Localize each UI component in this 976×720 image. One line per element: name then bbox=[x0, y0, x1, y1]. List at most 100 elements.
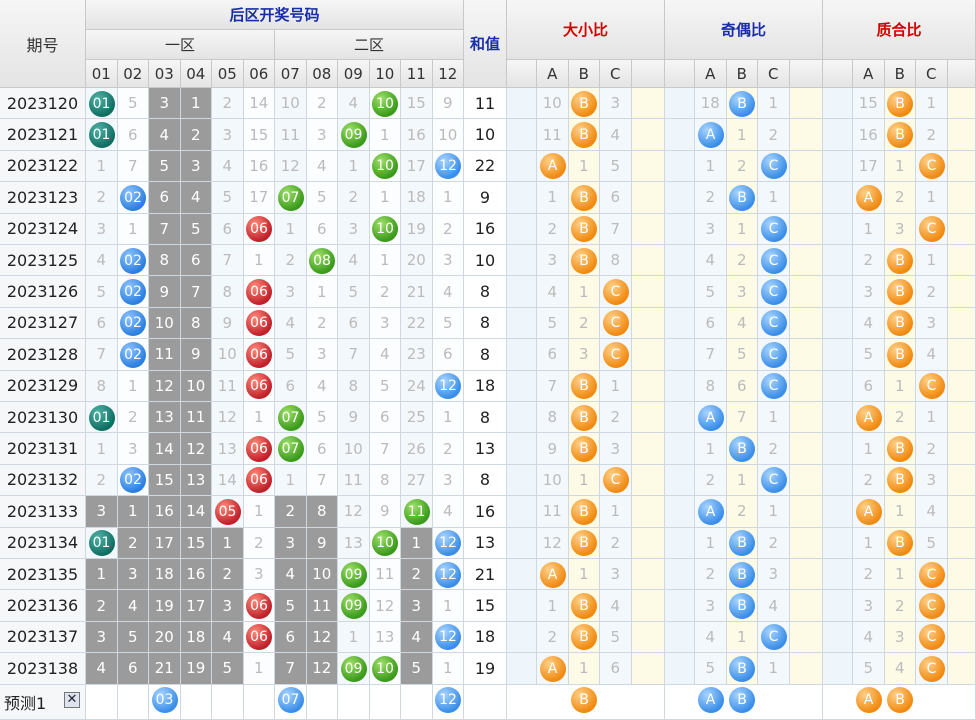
abc-pad bbox=[507, 653, 537, 685]
ratio-missing-cell: 2 bbox=[884, 402, 916, 434]
ratio-missing-cell: 7 bbox=[695, 339, 727, 371]
ratio-missing-cell: 1 bbox=[568, 276, 600, 308]
missing-count-cell: 3 bbox=[306, 339, 338, 371]
missing-count-cell: 8 bbox=[338, 370, 370, 402]
close-icon[interactable]: ✕ bbox=[64, 691, 80, 708]
prediction-ratio-ball[interactable]: B bbox=[571, 686, 597, 713]
prediction-ball[interactable]: 12 bbox=[435, 686, 461, 713]
prediction-cell[interactable] bbox=[117, 684, 149, 720]
ratio-missing-cell: 16 bbox=[853, 119, 885, 151]
missing-count-cell: 12 bbox=[180, 433, 212, 465]
abc-pad bbox=[789, 464, 823, 497]
missing-count-cell: 11 bbox=[212, 370, 244, 402]
back-zone-header: 后区开奖号码 bbox=[86, 0, 464, 30]
abc-pad bbox=[823, 307, 853, 340]
ratio-missing-cell: 2 bbox=[537, 621, 569, 654]
ratio-ball: C bbox=[918, 624, 945, 651]
missing-count-cell: 1 bbox=[432, 402, 464, 434]
abc-pad bbox=[789, 276, 823, 308]
abc-pad bbox=[507, 464, 537, 497]
abc-col-header: A bbox=[853, 60, 885, 88]
prediction-ball[interactable]: 07 bbox=[277, 686, 304, 713]
ratio-missing-cell: 1 bbox=[758, 496, 790, 528]
abc-pad bbox=[631, 88, 665, 120]
winning-number-ball: 09 bbox=[340, 655, 367, 682]
winning-number-ball: 07 bbox=[277, 404, 304, 431]
prediction-cell[interactable] bbox=[306, 684, 338, 720]
period-cell: 2023128 bbox=[0, 339, 86, 371]
prediction-ball[interactable]: 03 bbox=[151, 686, 178, 713]
abc-pad bbox=[823, 464, 853, 497]
ratio-missing-cell: 4 bbox=[600, 590, 632, 622]
abc-pad bbox=[631, 182, 665, 214]
missing-count-cell: 3 bbox=[86, 496, 118, 528]
prediction-cell[interactable] bbox=[369, 684, 401, 720]
missing-count-cell: 2 bbox=[212, 559, 244, 591]
zone2-header: 二区 bbox=[275, 30, 464, 60]
ratio-missing-cell: 1 bbox=[853, 527, 885, 559]
abc-pad bbox=[789, 433, 823, 465]
ratio-missing-cell: 2 bbox=[853, 245, 885, 277]
missing-count-cell: 3 bbox=[212, 119, 244, 151]
ratio-missing-cell: 6 bbox=[600, 653, 632, 685]
period-cell: 2023124 bbox=[0, 213, 86, 245]
prediction-ratio-ball[interactable]: B bbox=[887, 686, 913, 713]
prediction-cell[interactable] bbox=[212, 684, 244, 720]
ratio-missing-cell: 4 bbox=[853, 621, 885, 654]
abc-pad bbox=[631, 464, 665, 497]
missing-count-cell: 5 bbox=[401, 653, 433, 685]
ratio-missing-cell: 2 bbox=[758, 119, 790, 151]
ratio-missing-cell: 1 bbox=[537, 590, 569, 622]
missing-count-cell: 3 bbox=[275, 276, 307, 308]
abc-pad bbox=[507, 402, 537, 434]
ratio-ball: B bbox=[571, 184, 597, 211]
period-cell: 2023131 bbox=[0, 433, 86, 465]
abc-pad bbox=[947, 213, 976, 245]
ratio-missing-cell: 1 bbox=[916, 182, 948, 214]
missing-count-cell: 11 bbox=[180, 402, 212, 434]
missing-count-cell: 14 bbox=[212, 464, 244, 497]
ratio-missing-cell: 17 bbox=[853, 150, 885, 183]
prediction-cell[interactable] bbox=[338, 684, 370, 720]
ratio-missing-cell: 1 bbox=[695, 433, 727, 465]
ratio-missing-cell: 2 bbox=[695, 182, 727, 214]
abc-pad bbox=[507, 496, 537, 528]
missing-count-cell: 5 bbox=[117, 88, 149, 120]
ratio-ball: A bbox=[697, 498, 724, 525]
missing-count-cell: 3 bbox=[369, 307, 401, 340]
prediction-cell[interactable] bbox=[180, 684, 212, 720]
missing-count-cell: 12 bbox=[212, 402, 244, 434]
abc-pad bbox=[947, 150, 976, 183]
ratio-ball: B bbox=[571, 247, 597, 274]
ratio-missing-cell: 5 bbox=[695, 653, 727, 685]
ratio-ball: C bbox=[760, 153, 787, 180]
missing-count-cell: 12 bbox=[149, 370, 181, 402]
ratio-ball: C bbox=[918, 561, 945, 588]
prediction-cell[interactable] bbox=[243, 684, 275, 720]
abc-pad bbox=[665, 590, 695, 622]
abc-pad bbox=[631, 370, 665, 402]
prediction-cell[interactable] bbox=[401, 684, 433, 720]
abc-pad bbox=[947, 60, 976, 88]
missing-count-cell: 3 bbox=[117, 433, 149, 465]
winning-number-ball: 06 bbox=[246, 373, 272, 400]
abc-pad bbox=[789, 213, 823, 245]
prediction-ratio-ball[interactable]: A bbox=[855, 686, 882, 713]
period-cell: 2023130 bbox=[0, 402, 86, 434]
ratio-ball: B bbox=[571, 592, 597, 619]
ratio-missing-cell: 3 bbox=[600, 88, 632, 120]
prediction-ratio-ball[interactable]: A bbox=[697, 686, 724, 713]
missing-count-cell: 1 bbox=[432, 653, 464, 685]
missing-count-cell: 6 bbox=[149, 182, 181, 214]
prediction-cell[interactable] bbox=[86, 684, 118, 720]
abc-pad bbox=[507, 621, 537, 654]
abc-pad bbox=[631, 307, 665, 340]
zone1-header: 一区 bbox=[86, 30, 275, 60]
prediction-ratio-ball[interactable]: B bbox=[729, 686, 755, 713]
abc-pad bbox=[823, 559, 853, 591]
winning-number-ball: 06 bbox=[246, 216, 272, 243]
ratio-missing-cell: 3 bbox=[600, 433, 632, 465]
sum-cell: 16 bbox=[464, 496, 507, 528]
number-col-header: 12 bbox=[432, 60, 464, 88]
abc-pad bbox=[947, 653, 976, 685]
